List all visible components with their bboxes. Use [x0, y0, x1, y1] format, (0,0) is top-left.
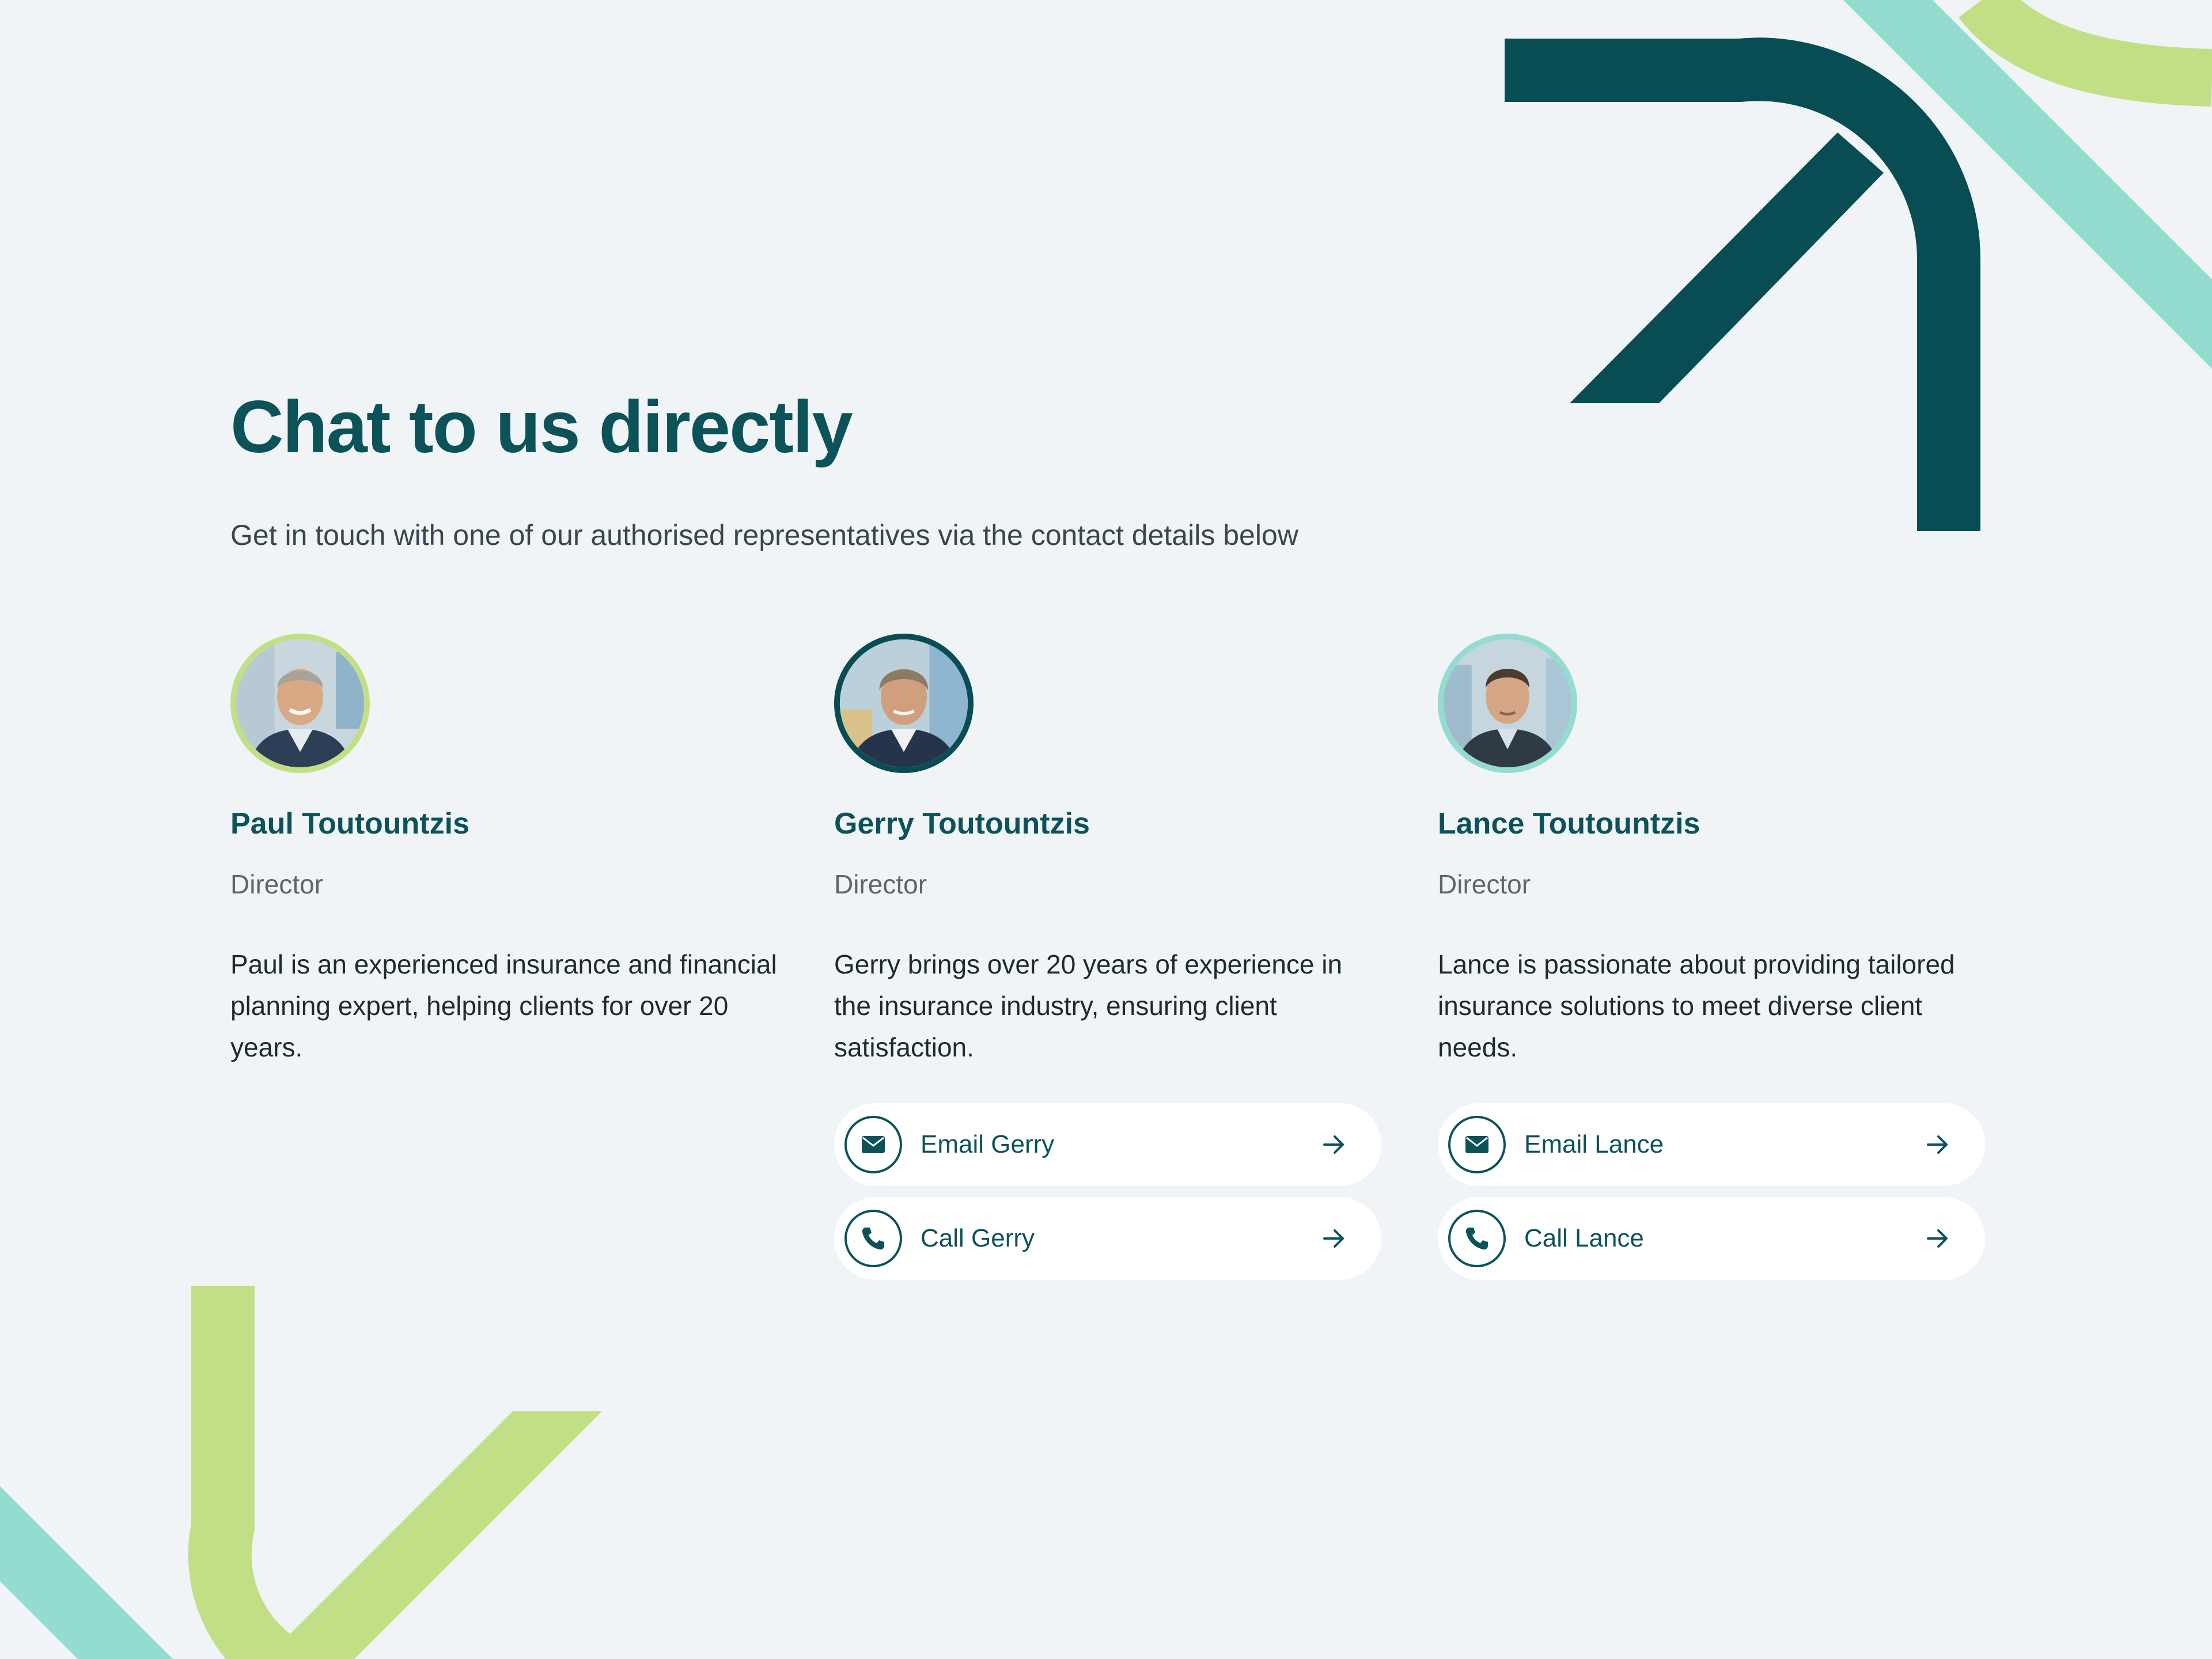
- mint-stripe-top: [1843, 0, 2212, 369]
- call-gerry-button[interactable]: Call Gerry: [834, 1197, 1381, 1280]
- person-photo-icon: [236, 639, 364, 767]
- call-lance-label: Call Lance: [1524, 1224, 1644, 1252]
- email-gerry-button[interactable]: Email Gerry: [834, 1103, 1381, 1186]
- person-photo-icon: [1444, 639, 1571, 767]
- envelope-icon: [844, 1116, 902, 1173]
- email-lance-label: Email Lance: [1524, 1130, 1664, 1158]
- person-bio: Paul is an experienced insurance and fin…: [230, 949, 777, 1062]
- page-subtitle: Get in touch with one of our authorised …: [230, 519, 1298, 551]
- call-gerry-label: Call Gerry: [921, 1224, 1035, 1252]
- page-title: Chat to us directly: [230, 386, 853, 468]
- person-name: Lance Toutountzis: [1438, 807, 1700, 840]
- person-role: Director: [834, 869, 927, 899]
- lime-check-diagonal: [265, 1411, 602, 1659]
- person-card-paul: Paul Toutountzis Director Paul is an exp…: [230, 634, 778, 1062]
- phone-icon: [844, 1210, 902, 1267]
- arrow-right-icon: [1925, 1132, 1950, 1157]
- person-name: Paul Toutountzis: [230, 807, 469, 840]
- email-gerry-label: Email Gerry: [921, 1130, 1055, 1158]
- person-card-gerry: Gerry Toutountzis Director Gerry brings …: [834, 634, 1381, 1280]
- person-bio: Gerry brings over 20 years of experience…: [834, 949, 1343, 1062]
- person-role: Director: [1438, 869, 1531, 899]
- avatar: [1438, 634, 1577, 773]
- person-bio: Lance is passionate about providing tail…: [1438, 949, 1955, 1062]
- person-photo-icon: [840, 639, 968, 767]
- lime-arc-top: [1959, 0, 2212, 107]
- lime-check-vertical: [188, 1286, 291, 1659]
- call-lance-button[interactable]: Call Lance: [1438, 1197, 1985, 1280]
- mint-stripe-bottom: [0, 1486, 173, 1659]
- arrow-right-icon: [1321, 1132, 1347, 1157]
- email-lance-button[interactable]: Email Lance: [1438, 1103, 1985, 1186]
- avatar: [834, 634, 974, 773]
- person-role: Director: [230, 869, 324, 899]
- person-card-lance: Lance Toutountzis Director Lance is pass…: [1438, 634, 1985, 1280]
- person-name: Gerry Toutountzis: [834, 807, 1090, 840]
- teal-arrow-shape: [1505, 37, 1981, 531]
- arrow-right-icon: [1925, 1226, 1950, 1251]
- envelope-icon: [1448, 1116, 1506, 1173]
- phone-icon: [1448, 1210, 1506, 1267]
- arrow-right-icon: [1321, 1226, 1347, 1251]
- teal-arrow-diagonal: [1570, 132, 1884, 403]
- avatar: [230, 634, 370, 773]
